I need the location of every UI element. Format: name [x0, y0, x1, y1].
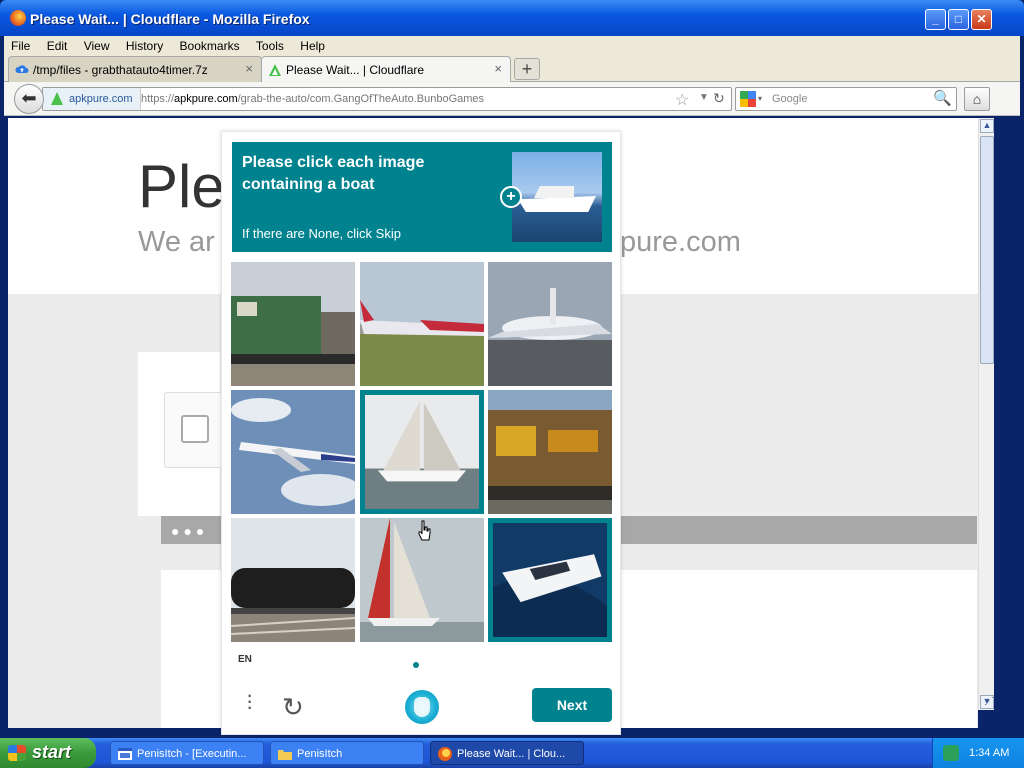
cloud-upload-icon	[15, 65, 29, 73]
site-identity-button[interactable]: apkpure.com	[43, 88, 141, 110]
airplane-image	[488, 262, 612, 386]
taskbar: start PenisItch - [Executin... PenisItch…	[0, 738, 1024, 768]
tab-label: Please Wait... | Cloudflare	[286, 63, 425, 77]
apkpure-icon	[269, 64, 281, 76]
scrollbar-thumb[interactable]	[980, 136, 994, 364]
clock[interactable]: 1:34 AM	[969, 747, 1009, 759]
airplane-image	[231, 390, 355, 514]
site-identity-label: apkpure.com	[69, 93, 133, 105]
close-button[interactable]: ✕	[971, 9, 992, 30]
tile-train-graffiti[interactable]	[488, 390, 612, 514]
next-button[interactable]: Next	[532, 688, 612, 722]
navigation-toolbar: apkpure.com https://apkpure.com/grab-the…	[4, 82, 1020, 116]
challenge-instruction: Please click each image containing a boa…	[242, 154, 425, 193]
hand-cursor-icon	[418, 520, 431, 541]
minimize-button[interactable]: _	[925, 9, 946, 30]
search-box[interactable]: ▾ Google 🔍	[735, 87, 957, 111]
folder-icon	[278, 750, 292, 760]
taskbar-item-firefox[interactable]: Please Wait... | Clou...	[430, 741, 584, 765]
tab-tmp-files[interactable]: /tmp/files - grabthatauto4timer.7z ×	[8, 56, 262, 82]
tab-cloudflare[interactable]: Please Wait... | Cloudflare ×	[261, 56, 511, 82]
window-title: Please Wait... | Cloudflare - Mozilla Fi…	[30, 11, 310, 27]
menu-help[interactable]: Help	[293, 36, 331, 53]
page-indicator-dot	[413, 662, 419, 668]
menu-dots-icon[interactable]: · · ·	[246, 684, 253, 718]
train-image	[231, 262, 355, 386]
refresh-challenge-icon[interactable]: ↻	[282, 692, 304, 723]
vertical-scrollbar[interactable]: ▲ ▼	[978, 118, 994, 710]
challenge-checkbox-widget[interactable]	[164, 392, 224, 468]
url-bar[interactable]: apkpure.com https://apkpure.com/grab-the…	[42, 87, 732, 111]
menu-file[interactable]: File	[4, 36, 36, 53]
tile-airplane-taxiing[interactable]	[488, 262, 612, 386]
language-selector[interactable]: EN	[238, 654, 252, 665]
tile-airplane-sky[interactable]	[231, 390, 355, 514]
firefox-icon	[438, 747, 452, 761]
hcaptcha-logo-icon[interactable]	[405, 690, 439, 724]
apkpure-icon	[51, 92, 63, 105]
taskbar-item-label: Please Wait... | Clou...	[457, 748, 566, 760]
url-text[interactable]: https://apkpure.com/grab-the-auto/com.Ga…	[141, 93, 484, 105]
tab-close-icon[interactable]: ×	[494, 61, 502, 76]
menu-bookmarks[interactable]: Bookmarks	[173, 36, 246, 53]
network-icon[interactable]	[943, 745, 959, 761]
new-tab-button[interactable]: +	[514, 58, 540, 80]
start-button[interactable]: start	[0, 738, 96, 768]
tab-bar: /tmp/files - grabthatauto4timer.7z × Ple…	[4, 56, 1020, 82]
back-button[interactable]: ⬅	[14, 84, 44, 114]
train-image	[231, 518, 355, 642]
example-boat-image[interactable]	[512, 152, 602, 242]
back-arrow-icon: ⬅	[21, 88, 37, 108]
maximize-button[interactable]: □	[948, 9, 969, 30]
firefox-window: Please Wait... | Cloudflare - Mozilla Fi…	[0, 0, 1024, 738]
bookmark-star-icon[interactable]: ☆	[675, 90, 689, 110]
search-magnifier-icon[interactable]: 🔍	[933, 89, 952, 107]
system-tray: 1:34 AM	[932, 738, 1024, 768]
resize-grip-icon[interactable]: ⋰	[984, 696, 994, 707]
url-dropdown-icon[interactable]: ▼	[699, 92, 709, 103]
airplane-image	[360, 262, 484, 386]
tile-train-tanker[interactable]	[231, 518, 355, 642]
google-icon	[740, 91, 756, 107]
search-placeholder: Google	[772, 93, 808, 105]
tile-sailboat-white[interactable]	[360, 390, 484, 514]
challenge-prompt: Please click each image containing a boa…	[232, 142, 612, 252]
menu-bar: File Edit View History Bookmarks Tools H…	[4, 36, 1020, 56]
menu-view[interactable]: View	[77, 36, 116, 53]
loading-dots: ●●●	[171, 523, 209, 539]
challenge-hint: If there are None, click Skip	[242, 226, 401, 241]
home-button[interactable]: ⌂	[964, 87, 990, 111]
train-image	[488, 390, 612, 514]
terminal-icon	[118, 748, 132, 760]
search-engine-dropdown-icon[interactable]: ▾	[758, 94, 762, 103]
boat-image	[493, 523, 607, 637]
page-subheading-right: pure.com	[620, 226, 741, 258]
page-subheading-left: We ar	[138, 226, 215, 258]
tab-label: /tmp/files - grabthatauto4timer.7z	[33, 63, 208, 77]
hcaptcha-challenge: Please click each image containing a boa…	[221, 131, 621, 735]
menu-edit[interactable]: Edit	[40, 36, 74, 53]
checkbox-icon[interactable]	[181, 415, 209, 443]
taskbar-item-penisitch-executing[interactable]: PenisItch - [Executin...	[110, 741, 264, 765]
taskbar-item-label: PenisItch - [Executin...	[137, 748, 247, 760]
reload-icon[interactable]: ↻	[713, 90, 725, 107]
taskbar-item-penisitch-folder[interactable]: PenisItch	[270, 741, 424, 765]
tab-close-icon[interactable]: ×	[245, 61, 253, 76]
taskbar-item-label: PenisItch	[297, 748, 343, 760]
tile-train-green[interactable]	[231, 262, 355, 386]
menu-history[interactable]: History	[119, 36, 169, 53]
tile-speedboat[interactable]	[488, 518, 612, 642]
title-bar[interactable]: Please Wait... | Cloudflare - Mozilla Fi…	[0, 0, 1024, 36]
scroll-up-icon[interactable]: ▲	[980, 119, 994, 133]
menu-tools[interactable]: Tools	[249, 36, 290, 53]
image-grid	[231, 262, 613, 644]
start-label: start	[32, 742, 72, 762]
windows-logo-icon	[8, 745, 26, 761]
expand-example-icon[interactable]: +	[500, 186, 522, 208]
firefox-icon	[10, 10, 26, 26]
home-icon: ⌂	[972, 91, 982, 107]
tile-airplane-runway[interactable]	[360, 262, 484, 386]
page-heading: Ple	[138, 153, 225, 220]
boat-image	[365, 395, 479, 509]
